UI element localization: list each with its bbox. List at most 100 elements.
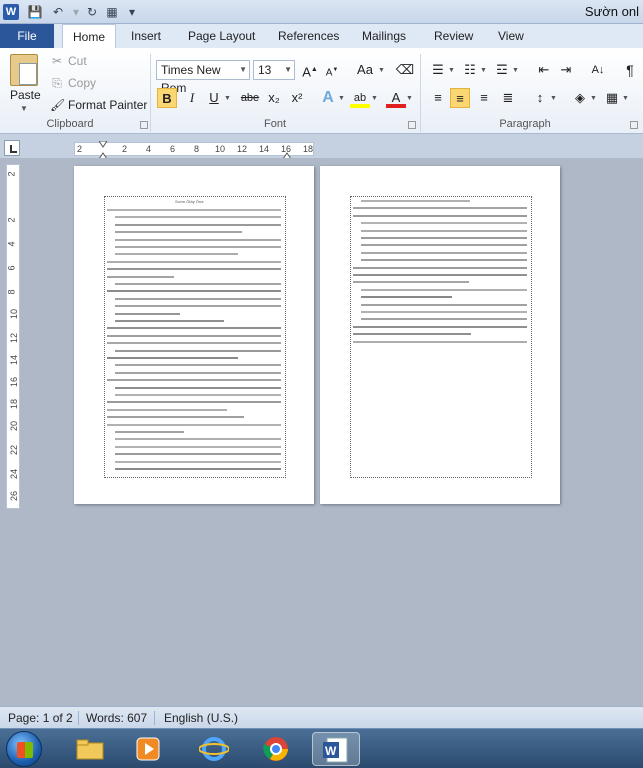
word-count[interactable]: Words: 607 [86,711,147,725]
font-color-dropdown-icon[interactable]: ▼ [406,95,413,102]
text-line [107,342,281,345]
paragraph-launcher-icon[interactable] [630,121,638,129]
undo-icon[interactable]: ↶ [50,4,66,20]
text-line [361,318,527,321]
right-indent-marker[interactable] [282,141,292,160]
text-line [107,423,281,426]
borders-button[interactable]: ▦ [602,88,622,108]
tab-references[interactable]: References [268,24,349,48]
customize-qat-icon[interactable]: ▾ [124,4,140,20]
tab-page-layout[interactable]: Page Layout [178,24,265,48]
word-icon[interactable]: W [312,732,360,766]
multilevel-dropdown-icon[interactable]: ▼ [512,67,519,74]
shading-button[interactable]: ◈ [570,88,590,108]
paste-icon[interactable] [10,54,38,86]
underline-button[interactable]: U [204,88,224,108]
tab-file[interactable]: File [0,24,54,48]
shading-dropdown-icon[interactable]: ▼ [590,95,597,102]
bullets-button[interactable]: ☰ [428,60,448,80]
vertical-ruler[interactable]: 2 2 4 6 8 10 12 14 16 18 20 22 24 26 [6,164,20,509]
explorer-icon[interactable] [66,732,114,766]
change-case-dropdown-icon[interactable]: ▼ [378,67,385,74]
text-box[interactable] [350,196,532,478]
align-left-button[interactable]: ≡ [428,88,448,108]
multilevel-list-button[interactable]: ☲ [492,60,512,80]
internet-explorer-icon[interactable] [190,732,238,766]
font-color-button[interactable]: A [386,88,406,108]
bold-button[interactable]: B [157,88,177,108]
page-2[interactable] [320,166,560,504]
redo-icon[interactable]: ↻ [84,4,100,20]
media-player-icon[interactable] [124,732,172,766]
tab-home[interactable]: Home [62,24,117,49]
italic-button[interactable]: I [182,88,202,108]
language[interactable]: English (U.S.) [164,711,238,725]
text-line [115,349,281,352]
ruler-tick: 12 [9,332,20,344]
highlight-dropdown-icon[interactable]: ▼ [371,95,378,102]
table-icon[interactable]: ▦ [104,4,120,20]
line-spacing-button[interactable]: ↕ [530,88,550,108]
paste-dropdown-icon[interactable]: ▼ [20,104,28,113]
horizontal-ruler[interactable]: 2 2 4 6 8 10 12 14 16 18 [74,140,314,160]
line-spacing-dropdown-icon[interactable]: ▼ [550,95,557,102]
save-icon[interactable]: 💾 [27,4,43,20]
bullets-dropdown-icon[interactable]: ▼ [448,67,455,74]
text-line [115,394,281,396]
superscript-button[interactable]: x² [287,88,307,108]
clear-formatting-button[interactable]: ⌫ [394,60,416,80]
sort-button[interactable]: A↓ [588,60,608,80]
justify-button[interactable]: ≣ [498,88,518,108]
shrink-font-button[interactable]: A▼ [322,60,342,80]
ruler-tick: 14 [9,354,20,366]
show-marks-button[interactable]: ¶ [620,60,640,80]
cut-button[interactable]: ✂ Cut [50,54,87,68]
highlight-button[interactable]: ab [350,88,370,108]
align-right-button[interactable]: ≡ [474,88,494,108]
numbering-dropdown-icon[interactable]: ▼ [480,67,487,74]
chrome-icon[interactable] [252,732,300,766]
indent-marker[interactable] [98,140,108,160]
ruler-tick: 18 [303,144,314,154]
grow-font-button[interactable]: A▲ [300,60,320,80]
font-launcher-icon[interactable] [408,121,416,129]
increase-indent-button[interactable]: ⇥ [556,60,576,80]
text-line [115,216,281,219]
text-effects-button[interactable]: A [318,88,338,108]
undo-dropdown-icon[interactable]: ▾ [68,4,84,20]
tab-selector-icon[interactable] [4,140,20,156]
text-box[interactable]: Sườn Ôtây Ôna [104,196,286,478]
align-center-button[interactable]: ≡ [450,88,470,108]
clipboard-launcher-icon[interactable] [140,121,148,129]
tab-insert[interactable]: Insert [121,24,171,48]
ribbon-tabs: File Home Insert Page Layout References … [0,24,643,49]
word-icon[interactable]: W [3,4,19,20]
text-line [353,281,469,284]
format-painter-button[interactable]: 🖌 Format Painter [50,98,147,112]
numbering-button[interactable]: ☷ [460,60,480,80]
font-family-select[interactable]: Times New Rom▼ [156,60,250,95]
borders-dropdown-icon[interactable]: ▼ [622,95,629,102]
copy-button[interactable]: ⎘ Copy [50,76,96,91]
subscript-button[interactable]: x₂ [264,88,284,108]
page-count[interactable]: Page: 1 of 2 [8,711,73,725]
text-line [115,364,281,367]
text-line [115,468,281,470]
start-button[interactable] [6,731,42,767]
font-size-select[interactable]: 13 ▼ [253,60,295,80]
page-1[interactable]: Sườn Ôtây Ôna [74,166,314,504]
document-area[interactable]: Sườn Ôtây Ôna [24,158,643,706]
increase-indent-icon: ⇥ [560,62,572,77]
tab-mailings[interactable]: Mailings [352,24,416,48]
tab-view[interactable]: View [488,24,534,48]
text-effects-dropdown-icon[interactable]: ▼ [338,95,345,102]
text-line [107,209,281,211]
paste-button[interactable]: Paste [10,88,41,102]
strikethrough-button[interactable]: abe [238,88,262,108]
change-case-button[interactable]: Aa [352,60,378,80]
underline-dropdown-icon[interactable]: ▼ [224,95,231,102]
decrease-indent-button[interactable]: ⇤ [534,60,554,80]
text-line [115,223,281,226]
tab-review[interactable]: Review [424,24,483,48]
text-line [353,333,471,336]
